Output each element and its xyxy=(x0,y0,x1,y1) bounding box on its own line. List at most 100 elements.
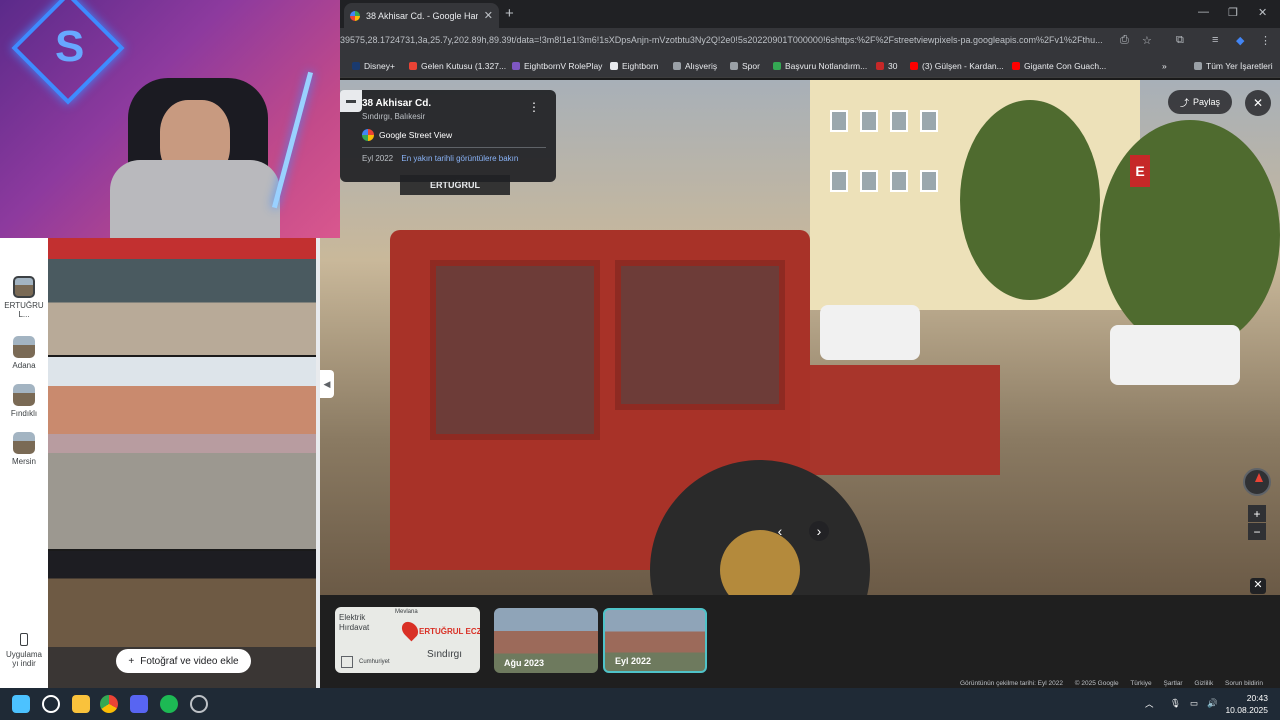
nearest-images-link[interactable]: En yakın tarihli görüntülere bakın xyxy=(401,154,518,163)
download-app-button[interactable]: Uygulama yı indir xyxy=(2,633,46,668)
capture-date-row: Eyl 2022 En yakın tarihli görüntülere ba… xyxy=(362,154,546,163)
rail-item-mersin[interactable]: Mersin xyxy=(2,432,46,466)
steam-icon[interactable] xyxy=(190,695,208,713)
browser-tab[interactable]: 38 Akhisar Cd. - Google Haritalar ✕ xyxy=(344,3,499,28)
mic-icon[interactable]: 🎙 xyxy=(1170,698,1181,709)
bookmark-item[interactable]: (3) Gülşen - Kardan... xyxy=(910,61,1004,71)
tab-title: 38 Akhisar Cd. - Google Haritalar xyxy=(366,10,478,21)
discord-icon[interactable] xyxy=(130,695,148,713)
clock-date[interactable]: 10.08.2025 xyxy=(1222,705,1268,715)
bookmark-item[interactable]: Alışveriş xyxy=(673,61,717,71)
panel-divider xyxy=(316,238,320,688)
timeline-thumb-selected[interactable]: Eyl 2022 xyxy=(603,608,707,673)
sheets-icon xyxy=(773,62,781,70)
place-photo[interactable] xyxy=(48,238,316,355)
bookmark-item[interactable]: Spor xyxy=(730,61,760,71)
new-tab-button[interactable]: + xyxy=(505,5,519,22)
bookmark-item[interactable]: Başvuru Notlandırm... xyxy=(773,61,867,71)
folder-icon xyxy=(673,62,681,70)
file-explorer-icon[interactable] xyxy=(72,695,90,713)
bookmark-item[interactable]: Gelen Kutusu (1.327... xyxy=(409,61,506,71)
place-subtitle: Sındırgı, Balıkesir xyxy=(362,112,426,121)
windows-taskbar: ︿ 🎙 ▭ 🔊 20:43 10.08.2025 xyxy=(0,688,1280,720)
close-window-icon[interactable]: ✕ xyxy=(1258,6,1267,19)
webcam-overlay: S xyxy=(0,0,340,238)
place-thumb xyxy=(13,432,35,454)
place-photo[interactable] xyxy=(48,357,316,549)
disney-icon xyxy=(352,62,360,70)
folder-icon xyxy=(730,62,738,70)
footer-link[interactable]: Sorun bildirin xyxy=(1225,680,1263,687)
gmail-icon xyxy=(409,62,417,70)
zoom-in-button[interactable]: + xyxy=(1248,505,1266,522)
nav-arrow-right-icon[interactable]: › xyxy=(809,521,829,541)
place-thumb xyxy=(13,276,35,298)
share-button[interactable]: ⤴ Paylaş xyxy=(1168,90,1232,114)
compass-icon[interactable] xyxy=(1243,468,1271,496)
profile-icon[interactable]: ◆ xyxy=(1236,34,1244,47)
search-icon[interactable] xyxy=(42,695,60,713)
youtube-icon xyxy=(910,62,918,70)
bookmark-icon xyxy=(876,62,884,70)
place-title: 38 Akhisar Cd. xyxy=(362,98,432,109)
install-icon[interactable]: ⎙ xyxy=(1120,34,1129,47)
more-bookmarks-button[interactable]: » xyxy=(1162,61,1167,71)
rail-item-ertugrul[interactable]: ERTUĞRU L... xyxy=(2,276,46,319)
tractor-trailer xyxy=(800,365,1000,475)
footer-link[interactable]: Türkiye xyxy=(1130,680,1151,687)
minimize-icon[interactable]: — xyxy=(1198,6,1209,18)
tray-chevron-icon[interactable]: ︿ xyxy=(1145,698,1154,710)
logo-s-icon: S xyxy=(55,22,85,71)
expand-map-icon[interactable] xyxy=(341,656,353,668)
bookmark-item[interactable]: Gigante Con Guach... xyxy=(1012,61,1106,71)
neon-light xyxy=(271,71,314,209)
tree xyxy=(1100,120,1280,350)
location-pin-icon xyxy=(398,618,422,642)
google-logo-icon xyxy=(362,129,374,141)
collapse-panel-button[interactable]: ◀ xyxy=(320,370,334,398)
share-icon: ⤴ xyxy=(1179,97,1189,108)
menu-dots-icon[interactable]: ⋮ xyxy=(1260,34,1271,47)
media-icon[interactable]: ≡ xyxy=(1212,34,1218,46)
chrome-icon[interactable] xyxy=(100,695,118,713)
more-options-icon[interactable]: ⋮ xyxy=(528,100,540,114)
extensions-icon[interactable]: ⧉ xyxy=(1176,34,1184,47)
streamer-hoodie xyxy=(110,160,280,238)
clock-time[interactable]: 20:43 xyxy=(1222,693,1268,703)
location-info-card: 38 Akhisar Cd. Sındırgı, Balıkesir Googl… xyxy=(340,90,556,182)
capture-date: Eyl 2022 xyxy=(362,154,394,163)
street-view-source: Google Street View xyxy=(362,129,546,141)
rail-item-adana[interactable]: Adana xyxy=(2,336,46,370)
folder-icon xyxy=(610,62,618,70)
bookmark-item[interactable]: Disney+ xyxy=(352,61,395,71)
nav-arrow-left-icon[interactable]: ‹ xyxy=(770,521,790,541)
bookmark-item[interactable]: 30 xyxy=(876,61,897,71)
back-menu-icon[interactable]: ▬ xyxy=(340,90,362,112)
bookmark-item[interactable]: EightbornV RolePlay xyxy=(512,61,602,71)
divider xyxy=(362,147,546,148)
close-tab-icon[interactable]: ✕ xyxy=(484,9,493,22)
maps-favicon-icon xyxy=(350,10,360,21)
rail-item-findikli[interactable]: Fındıklı xyxy=(2,384,46,418)
add-photo-button[interactable]: + Fotoğraf ve video ekle xyxy=(116,649,251,673)
mini-map[interactable]: Elektrik Hırdavat ERTUĞRUL ECZ Sındırgı … xyxy=(335,607,480,673)
close-street-view-button[interactable]: ✕ xyxy=(1245,90,1271,116)
bookmark-star-icon[interactable]: ☆ xyxy=(1142,34,1152,47)
phone-icon xyxy=(20,633,28,646)
windows-start-icon[interactable] xyxy=(12,695,30,713)
footer-link[interactable]: Gizlilik xyxy=(1194,680,1213,687)
place-thumb xyxy=(13,384,35,406)
close-filmstrip-icon[interactable]: ✕ xyxy=(1250,578,1266,594)
bookmark-item[interactable]: Eightborn xyxy=(610,61,658,71)
footer-link[interactable]: Şartlar xyxy=(1163,680,1182,687)
network-icon[interactable]: ▭ xyxy=(1190,698,1198,709)
spotify-icon[interactable] xyxy=(160,695,178,713)
volume-icon[interactable]: 🔊 xyxy=(1207,698,1218,709)
timeline-thumb[interactable]: Ağu 2023 xyxy=(494,608,598,673)
all-bookmarks[interactable]: Tüm Yer İşaretleri xyxy=(1194,61,1273,71)
url-field[interactable]: 39575,28.1724731,3a,25.7y,202.89h,89.39t… xyxy=(340,35,1110,45)
plus-icon: + xyxy=(128,655,135,667)
place-thumb xyxy=(13,336,35,358)
restore-icon[interactable]: ❐ xyxy=(1228,6,1238,19)
zoom-out-button[interactable]: − xyxy=(1248,523,1266,540)
